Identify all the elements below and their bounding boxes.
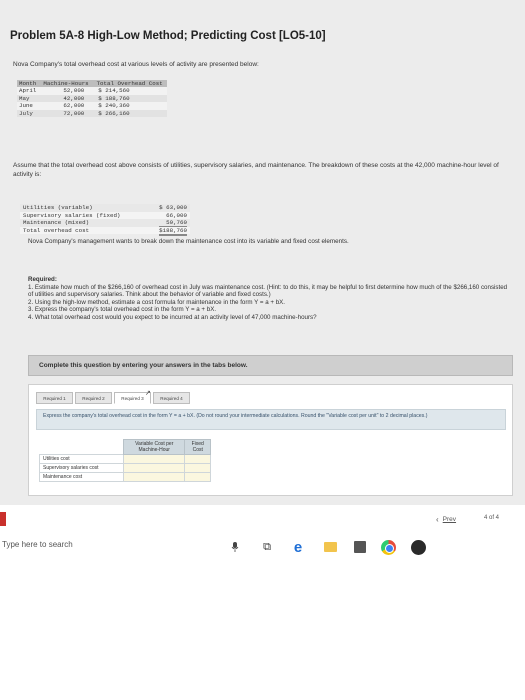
mouse-cursor-icon: ↗ [145, 390, 151, 397]
side-tab-marker[interactable] [0, 512, 6, 526]
answer-table: Variable Cost per Machine-Hour Fixed Cos… [39, 439, 211, 482]
assume-text: Assume that the total overhead cost abov… [13, 162, 499, 178]
intro-text: Nova Company's total overhead cost at va… [13, 61, 259, 68]
hours-header: Machine-Hours [39, 80, 93, 87]
tab-bar: Required 1 Required 2 Required 3 Require… [36, 392, 192, 404]
total-value: $188,760 [159, 225, 187, 236]
store-icon[interactable] [352, 539, 368, 555]
table-row: Maintenance cost [39, 472, 211, 482]
instructions-banner: Complete this question by entering your … [28, 355, 513, 376]
answer-panel: Required 1 Required 2 Required 3 Require… [28, 384, 513, 496]
microphone-icon[interactable] [227, 539, 243, 555]
table-row: June 62,000 $ 240,360 [17, 102, 167, 110]
table-row: May 42,000 $ 188,760 [17, 94, 167, 102]
required-heading: Required: [28, 276, 57, 283]
maintenance-variable-input[interactable] [122, 472, 186, 482]
navigation-bar: ‹ Prev 4 of 4 [0, 507, 525, 533]
management-text: Nova Company's management wants to break… [28, 238, 349, 245]
variable-cost-header: Variable Cost per Machine-Hour [122, 439, 186, 455]
required-item-2: 2. Using the high-low method, estimate a… [28, 298, 286, 306]
required-section: Required: 1. Estimate how much of the $2… [28, 276, 513, 322]
supervisory-fixed-input[interactable] [184, 463, 211, 473]
page-title: Problem 5A-8 High-Low Method; Predicting… [10, 30, 326, 42]
chrome-icon[interactable] [380, 539, 396, 555]
table-row: Supervisory salaries (fixed) 66,000 [20, 211, 190, 219]
tab-required-1[interactable]: Required 1 [36, 392, 73, 404]
chevron-left-icon: ‹ [436, 515, 439, 524]
prev-button[interactable]: ‹ Prev [436, 515, 456, 524]
express-instructions: Express the company's total overhead cos… [36, 409, 506, 430]
supervisory-variable-input[interactable] [122, 463, 186, 473]
tab-required-2[interactable]: Required 2 [75, 392, 112, 404]
instructions-text: Complete this question by entering your … [39, 362, 248, 369]
maintenance-fixed-input[interactable] [184, 472, 211, 482]
breakdown-table: Utilities (variable) $ 63,000 Supervisor… [20, 204, 190, 236]
table-row: July 72,000 $ 266,160 [17, 109, 167, 117]
table-row: April 52,000 $ 214,560 [17, 87, 167, 95]
edge-browser-icon[interactable]: e [290, 539, 306, 556]
required-item-1: 1. Estimate how much of the $266,160 of … [28, 283, 508, 299]
task-view-icon[interactable]: ⧉ [259, 539, 275, 555]
file-explorer-icon[interactable] [322, 539, 338, 555]
month-header: Month [17, 80, 40, 87]
page-indicator: 4 of 4 [484, 515, 500, 521]
problem-page: Problem 5A-8 High-Low Method; Predicting… [0, 0, 525, 505]
activity-table: Month Machine-Hours Total Overhead Cost … [17, 80, 167, 117]
cost-header: Total Overhead Cost [92, 80, 167, 87]
fixed-cost-header: Fixed Cost [184, 439, 211, 455]
table-row: Total overhead cost $188,760 [20, 225, 190, 236]
table-row: Supervisory salaries cost [39, 463, 211, 473]
taskbar-search[interactable]: Type here to search [2, 540, 73, 549]
mail-icon[interactable] [410, 539, 426, 555]
required-item-4: 4. What total overhead cost would you ex… [28, 313, 317, 321]
utilities-fixed-input[interactable] [184, 454, 211, 464]
table-row: Utilities cost [39, 454, 211, 464]
table-row: Utilities (variable) $ 63,000 [20, 204, 190, 212]
utilities-variable-input[interactable] [122, 454, 186, 464]
required-item-3: 3. Express the company's total overhead … [28, 306, 217, 314]
taskbar: Type here to search ⧉ e [0, 533, 525, 561]
tab-required-4[interactable]: Required 4 [153, 392, 190, 404]
